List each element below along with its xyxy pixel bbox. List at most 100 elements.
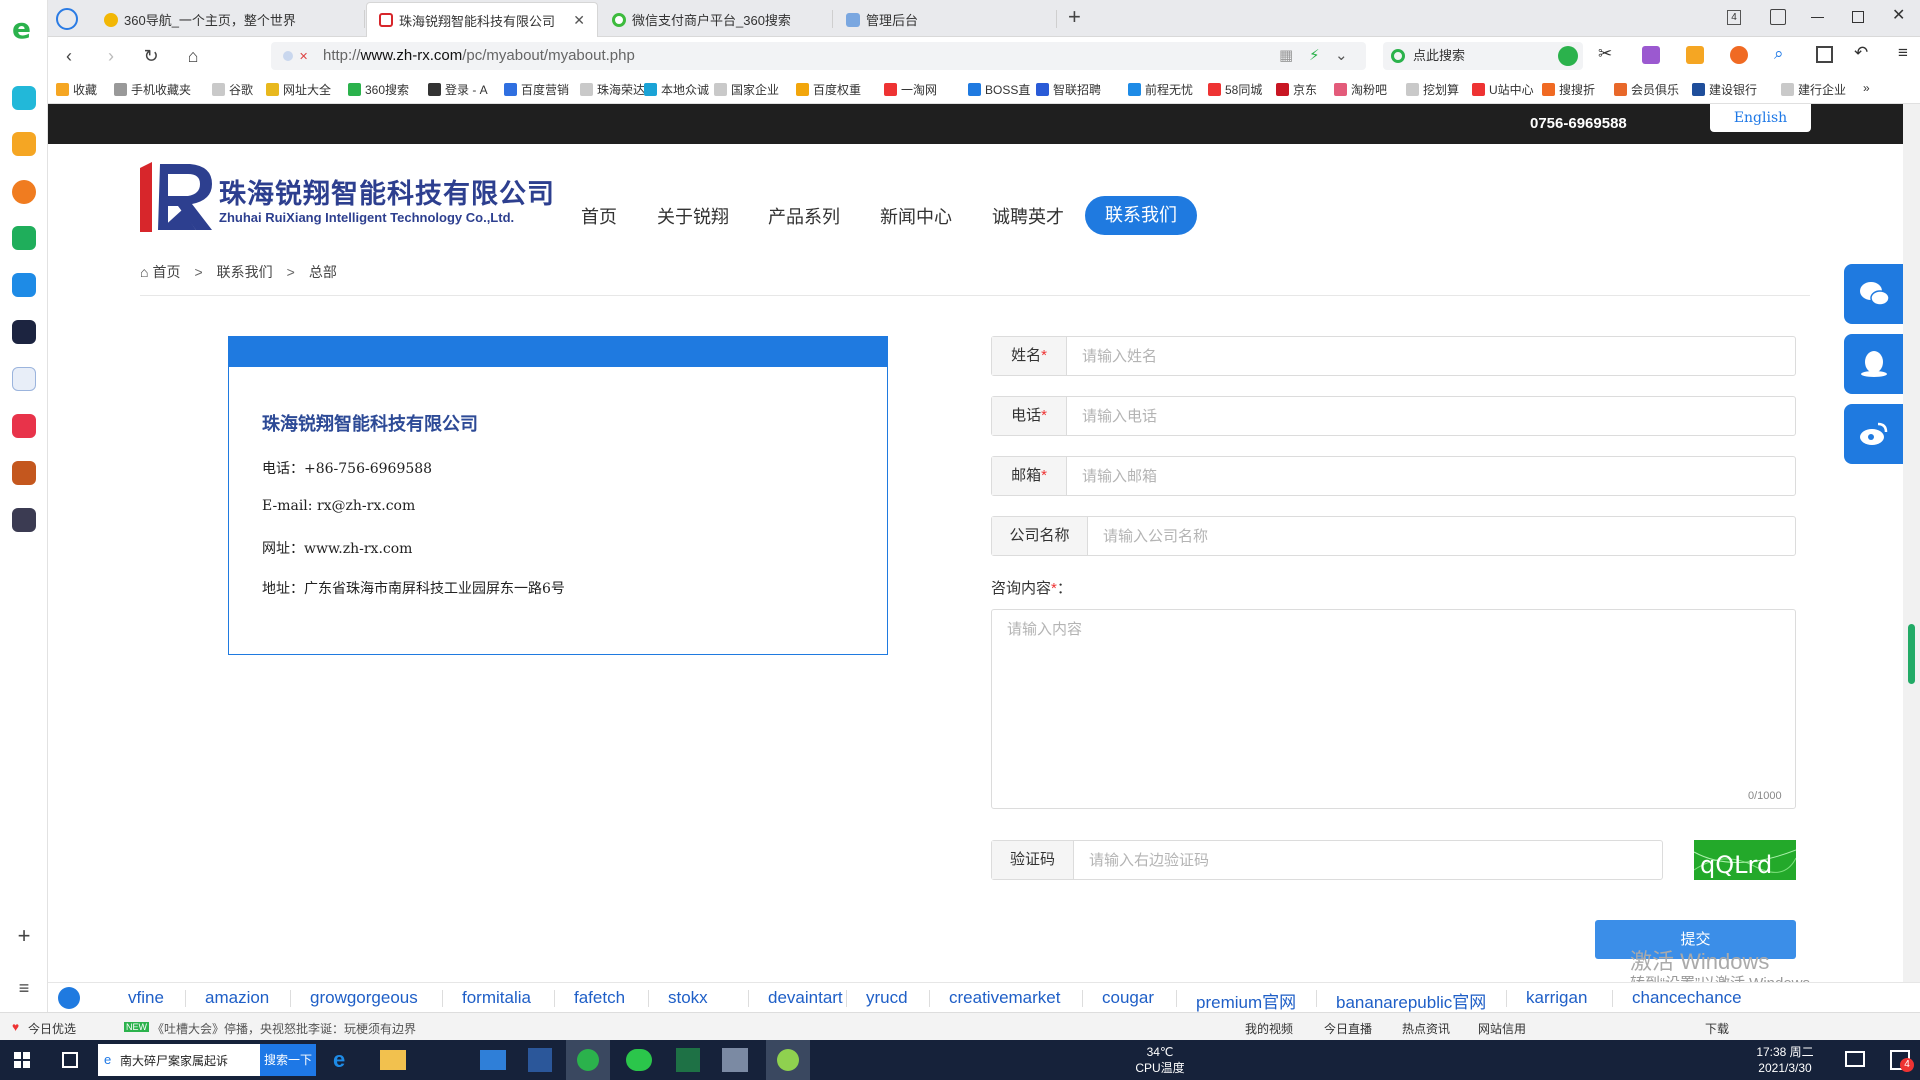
excel-icon[interactable] bbox=[676, 1048, 700, 1072]
magnifier-icon[interactable]: ⌕ bbox=[1774, 44, 1784, 64]
tab-zh-rx[interactable]: 珠海锐翔智能科技有限公司 ✕ bbox=[366, 2, 598, 37]
sidebar-video-app-icon[interactable] bbox=[12, 414, 36, 438]
bookmark-item[interactable]: 一淘网 bbox=[884, 81, 937, 98]
search-input[interactable]: 点此搜索 ⌕ bbox=[1383, 42, 1583, 70]
taskbar-app-active[interactable] bbox=[766, 1040, 810, 1080]
bookmark-item[interactable]: 收藏 bbox=[56, 81, 97, 98]
address-bar[interactable]: ✕ http://www.zh-rx.com/pc/myabout/myabou… bbox=[271, 42, 1366, 70]
bookmark-item[interactable]: 搜搜折 bbox=[1542, 81, 1595, 98]
english-button[interactable]: English bbox=[1710, 104, 1811, 132]
tab-admin[interactable]: 管理后台 bbox=[834, 2, 1054, 37]
bookmarks-more-button[interactable]: » bbox=[1863, 81, 1870, 95]
sidebar-mail-icon[interactable] bbox=[12, 226, 36, 250]
clock-time[interactable]: 17:38 周二 bbox=[1740, 1045, 1830, 1059]
quick-link[interactable]: fafetch bbox=[574, 988, 625, 1008]
clock-date[interactable]: 2021/3/30 bbox=[1740, 1061, 1830, 1075]
shield-app-icon[interactable] bbox=[1686, 46, 1704, 64]
shirt-skin-icon[interactable] bbox=[1770, 9, 1786, 25]
apps-grid-icon[interactable] bbox=[1816, 46, 1833, 63]
close-window-icon[interactable]: ✕ bbox=[1892, 5, 1905, 25]
browser-logo-icon[interactable]: e bbox=[10, 14, 38, 42]
quick-link[interactable]: creativemarket bbox=[949, 988, 1060, 1008]
bookmark-item[interactable]: 网址大全 bbox=[266, 81, 331, 98]
sidebar-news-app-icon[interactable] bbox=[12, 320, 36, 344]
quick-link[interactable]: premium官网 bbox=[1196, 988, 1296, 1013]
grid-icon[interactable]: ▦ bbox=[1279, 42, 1293, 70]
quick-link[interactable]: amazion bbox=[205, 988, 269, 1008]
bookmark-item[interactable]: 手机收藏夹 bbox=[114, 81, 191, 98]
bookmark-item[interactable]: 会员俱乐 bbox=[1614, 81, 1679, 98]
bookmark-item[interactable]: 国家企业 bbox=[714, 81, 779, 98]
float-weibo-button[interactable] bbox=[1844, 404, 1903, 464]
lightning-icon[interactable]: ⚡ bbox=[1309, 42, 1320, 70]
quick-link[interactable]: growgorgeous bbox=[310, 988, 418, 1008]
scissors-icon[interactable]: ✂ bbox=[1598, 44, 1612, 64]
float-wechat-button[interactable] bbox=[1844, 264, 1903, 324]
undo-icon[interactable]: ↶ bbox=[1854, 43, 1868, 63]
status-live[interactable]: 今日直播 bbox=[1324, 1020, 1372, 1037]
edge-icon[interactable]: e bbox=[333, 1047, 359, 1073]
status-site-credit[interactable]: 网站信用 bbox=[1478, 1020, 1526, 1037]
sidebar-p-app-icon[interactable] bbox=[12, 273, 36, 297]
bookmark-item[interactable]: 智联招聘 bbox=[1036, 81, 1101, 98]
nav-careers[interactable]: 诚聘英才 bbox=[992, 203, 1064, 229]
bookmark-item[interactable]: 珠海荣达 bbox=[580, 81, 645, 98]
new-tab-button[interactable]: + bbox=[1068, 4, 1081, 30]
captcha-input[interactable] bbox=[1074, 841, 1662, 879]
nav-about[interactable]: 关于锐翔 bbox=[657, 203, 729, 229]
company-logo[interactable] bbox=[140, 160, 220, 234]
quick-link[interactable]: cougar bbox=[1102, 988, 1154, 1008]
file-explorer-icon[interactable] bbox=[380, 1050, 406, 1070]
tab-360nav[interactable]: 360导航_一个主页，整个世界 bbox=[92, 2, 362, 37]
forward-icon[interactable]: › bbox=[100, 45, 122, 67]
home-icon[interactable]: ⌂ bbox=[182, 45, 204, 67]
action-center-icon[interactable]: 4 bbox=[1890, 1050, 1914, 1072]
bookmark-item[interactable]: 挖划算 bbox=[1406, 81, 1459, 98]
notification-icon[interactable] bbox=[1845, 1051, 1865, 1067]
bookmark-item[interactable]: 百度营销 bbox=[504, 81, 569, 98]
sidebar-game-icon[interactable] bbox=[12, 461, 36, 485]
chevron-down-icon[interactable]: ⌄ bbox=[1335, 42, 1348, 70]
nav-home[interactable]: 首页 bbox=[581, 203, 617, 229]
tab-wechat-pay[interactable]: 微信支付商户平台_360搜索 bbox=[600, 2, 830, 37]
bookmark-item[interactable]: 58同城 bbox=[1208, 81, 1262, 98]
sidebar-plus-app-icon[interactable] bbox=[12, 86, 36, 110]
bookmark-item[interactable]: 京东 bbox=[1276, 81, 1317, 98]
quick-link[interactable]: vfine bbox=[128, 988, 164, 1008]
taskbar-search-button[interactable]: 搜索一下 bbox=[260, 1044, 316, 1076]
sidebar-game2-icon[interactable] bbox=[12, 508, 36, 532]
bookmark-item[interactable]: BOSS直 bbox=[968, 81, 1030, 98]
sidebar-menu-icon[interactable]: ≡ bbox=[14, 978, 34, 998]
bookmark-item[interactable]: 本地众诚 bbox=[644, 81, 709, 98]
bookmark-item[interactable]: 淘粉吧 bbox=[1334, 81, 1387, 98]
sidebar-favorite-star-icon[interactable] bbox=[12, 132, 36, 156]
green-app-icon[interactable] bbox=[1558, 46, 1578, 66]
captcha-image[interactable]: qQLrd bbox=[1694, 840, 1796, 880]
translate-icon[interactable] bbox=[1642, 46, 1660, 64]
status-my-video[interactable]: 我的视频 bbox=[1245, 1020, 1293, 1037]
back-icon[interactable]: ‹ bbox=[58, 45, 80, 67]
scrollbar-thumb[interactable] bbox=[1908, 624, 1915, 684]
quick-link[interactable]: karrigan bbox=[1526, 988, 1587, 1008]
bookmark-item[interactable]: U站中心 bbox=[1472, 81, 1534, 98]
sidebar-weibo-icon[interactable] bbox=[12, 180, 36, 204]
minimize-icon[interactable] bbox=[1811, 17, 1824, 18]
restore-icon[interactable] bbox=[1852, 11, 1864, 23]
message-textarea[interactable] bbox=[991, 609, 1796, 809]
quick-link[interactable]: yrucd bbox=[866, 988, 908, 1008]
breadcrumb-contact[interactable]: 联系我们 bbox=[217, 262, 273, 282]
bookmark-item[interactable]: 登录 - A bbox=[428, 81, 488, 98]
name-input[interactable] bbox=[1067, 337, 1795, 375]
nav-news[interactable]: 新闻中心 bbox=[880, 203, 952, 229]
phone-input[interactable] bbox=[1067, 397, 1795, 435]
remote-desktop-icon[interactable] bbox=[722, 1048, 748, 1072]
status-today-picks[interactable]: 今日优选 bbox=[28, 1020, 76, 1037]
bookmark-item[interactable]: 百度权重 bbox=[796, 81, 861, 98]
refresh-icon[interactable]: ↻ bbox=[140, 45, 162, 67]
bookmark-item[interactable]: 前程无忧 bbox=[1128, 81, 1193, 98]
company-input[interactable] bbox=[1088, 517, 1795, 555]
quick-link[interactable]: chancechance bbox=[1632, 988, 1742, 1008]
close-tab-icon[interactable]: ✕ bbox=[563, 12, 585, 29]
sidebar-add-icon[interactable]: + bbox=[14, 925, 34, 947]
quick-link[interactable]: devaintart bbox=[768, 988, 843, 1008]
